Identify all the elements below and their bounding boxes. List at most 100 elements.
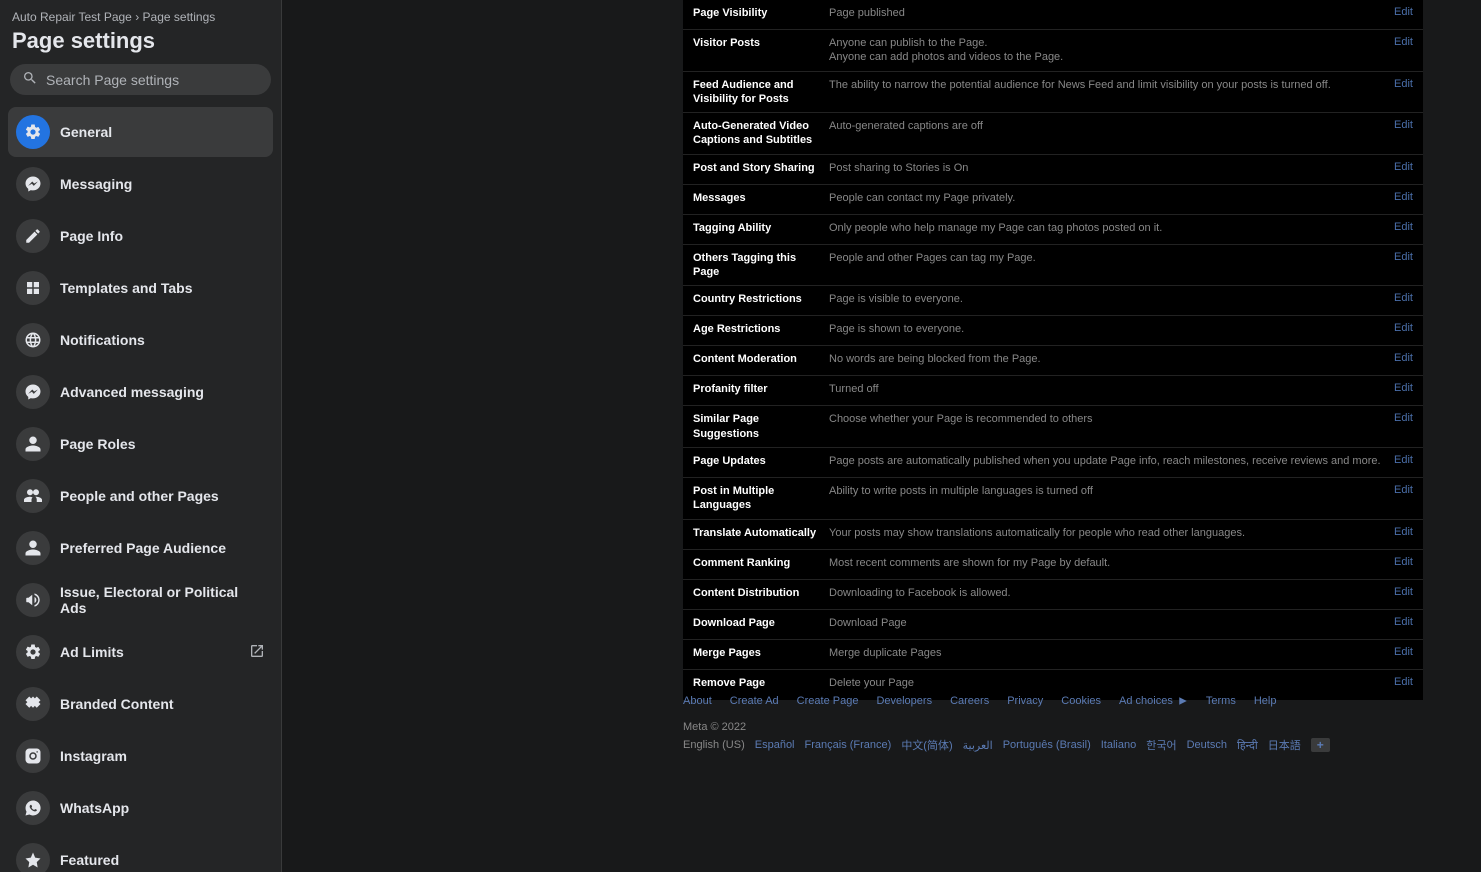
edit-link[interactable]: Edit xyxy=(1384,119,1413,131)
setting-row: Country RestrictionsPage is visible to e… xyxy=(683,286,1423,316)
footer-link[interactable]: Create Ad xyxy=(730,695,779,707)
person-icon xyxy=(16,427,50,461)
footer-language[interactable]: Deutsch xyxy=(1187,739,1227,751)
sidebar-item-templates-tabs[interactable]: Templates and Tabs xyxy=(8,263,273,313)
footer-link[interactable]: About xyxy=(683,695,712,707)
sidebar-item-label: People and other Pages xyxy=(60,488,265,504)
edit-link[interactable]: Edit xyxy=(1384,78,1413,90)
footer-languages: English (US)EspañolFrançais (France)中文(简… xyxy=(683,737,1423,753)
setting-label: Page Updates xyxy=(693,454,829,468)
setting-value: Page is shown to everyone. xyxy=(829,322,1384,336)
sidebar-item-advanced-messaging[interactable]: Advanced messaging xyxy=(8,367,273,417)
setting-row: Tagging AbilityOnly people who help mana… xyxy=(683,215,1423,245)
edit-link[interactable]: Edit xyxy=(1384,526,1413,538)
setting-value: Your posts may show translations automat… xyxy=(829,526,1384,540)
setting-row: Age RestrictionsPage is shown to everyon… xyxy=(683,316,1423,346)
setting-label: Content Moderation xyxy=(693,352,829,366)
pencil-icon xyxy=(16,219,50,253)
settings-table: Page VisibilityPage publishedEdit Visitor… xyxy=(683,0,1423,700)
setting-row: Feed Audience and Visibility for PostsTh… xyxy=(683,72,1423,114)
sidebar-item-notifications[interactable]: Notifications xyxy=(8,315,273,365)
edit-link[interactable]: Edit xyxy=(1384,191,1413,203)
setting-label: Visitor Posts xyxy=(693,36,829,50)
setting-label: Profanity filter xyxy=(693,382,829,396)
setting-value: Page published xyxy=(829,6,1384,20)
footer: About Create Ad Create Page Developers Caree… xyxy=(683,695,1423,753)
setting-value: Anyone can publish to the Page. Anyone c… xyxy=(829,36,1384,65)
setting-row: Page VisibilityPage publishedEdit xyxy=(683,0,1423,30)
sidebar-item-messaging[interactable]: Messaging xyxy=(8,159,273,209)
edit-link[interactable]: Edit xyxy=(1384,484,1413,496)
sidebar-item-label: Templates and Tabs xyxy=(60,280,265,296)
setting-label: Comment Ranking xyxy=(693,556,829,570)
edit-link[interactable]: Edit xyxy=(1384,586,1413,598)
footer-meta: Meta © 2022 xyxy=(683,721,1423,733)
footer-link[interactable]: Privacy xyxy=(1007,695,1043,707)
setting-row: Post in Multiple LanguagesAbility to wri… xyxy=(683,478,1423,520)
sidebar-item-people-other-pages[interactable]: People and other Pages xyxy=(8,471,273,521)
edit-link[interactable]: Edit xyxy=(1384,36,1413,48)
footer-link[interactable]: Create Page xyxy=(797,695,859,707)
footer-links: About Create Ad Create Page Developers Caree… xyxy=(683,695,1423,707)
language-add-button[interactable]: + xyxy=(1311,738,1330,752)
sidebar-item-whatsapp[interactable]: WhatsApp xyxy=(8,783,273,833)
setting-label: Merge Pages xyxy=(693,646,829,660)
search-input-wrap[interactable] xyxy=(10,64,271,95)
footer-language[interactable]: Español xyxy=(755,739,795,751)
sidebar-item-page-roles[interactable]: Page Roles xyxy=(8,419,273,469)
footer-link[interactable]: Careers xyxy=(950,695,989,707)
edit-link[interactable]: Edit xyxy=(1384,352,1413,364)
sidebar-item-featured[interactable]: Featured xyxy=(8,835,273,872)
edit-link[interactable]: Edit xyxy=(1384,616,1413,628)
setting-label: Age Restrictions xyxy=(693,322,829,336)
sidebar-item-issue-ads[interactable]: Issue, Electoral or Political Ads xyxy=(8,575,273,625)
sidebar-item-instagram[interactable]: Instagram xyxy=(8,731,273,781)
sidebar-item-label: Page Info xyxy=(60,228,265,244)
footer-link[interactable]: Developers xyxy=(876,695,932,707)
edit-link[interactable]: Edit xyxy=(1384,161,1413,173)
footer-link[interactable]: Help xyxy=(1254,695,1277,707)
footer-link[interactable]: Cookies xyxy=(1061,695,1101,707)
sidebar-item-label: Messaging xyxy=(60,176,265,192)
footer-language[interactable]: 한국어 xyxy=(1146,737,1176,753)
breadcrumb-page-name[interactable]: Auto Repair Test Page xyxy=(12,10,132,24)
edit-link[interactable]: Edit xyxy=(1384,322,1413,334)
edit-link[interactable]: Edit xyxy=(1384,676,1413,688)
sidebar-item-general[interactable]: General xyxy=(8,107,273,157)
footer-language[interactable]: Português (Brasil) xyxy=(1003,739,1091,751)
sidebar-item-label: Ad Limits xyxy=(60,644,249,660)
breadcrumb-section[interactable]: Page settings xyxy=(143,10,216,24)
sidebar-item-ad-limits[interactable]: Ad Limits xyxy=(8,627,273,677)
edit-link[interactable]: Edit xyxy=(1384,221,1413,233)
edit-link[interactable]: Edit xyxy=(1384,292,1413,304)
footer-language[interactable]: Italiano xyxy=(1101,739,1136,751)
footer-language[interactable]: 中文(简体) xyxy=(901,737,952,753)
person-icon xyxy=(16,531,50,565)
sidebar-item-branded-content[interactable]: Branded Content xyxy=(8,679,273,729)
sidebar-item-label: Notifications xyxy=(60,332,265,348)
gear-icon xyxy=(16,635,50,669)
sidebar-item-page-info[interactable]: Page Info xyxy=(8,211,273,261)
edit-link[interactable]: Edit xyxy=(1384,382,1413,394)
setting-value: Merge duplicate Pages xyxy=(829,646,1384,660)
footer-language[interactable]: العربية xyxy=(963,739,993,752)
footer-language[interactable]: Français (France) xyxy=(805,739,892,751)
edit-link[interactable]: Edit xyxy=(1384,454,1413,466)
setting-value: Download Page xyxy=(829,616,1384,630)
edit-link[interactable]: Edit xyxy=(1384,412,1413,424)
footer-link[interactable]: Terms xyxy=(1206,695,1236,707)
footer-link[interactable]: Ad choices xyxy=(1119,695,1188,707)
footer-language[interactable]: हिन्दी xyxy=(1237,738,1258,753)
search-input[interactable] xyxy=(46,72,259,88)
edit-link[interactable]: Edit xyxy=(1384,556,1413,568)
edit-link[interactable]: Edit xyxy=(1384,251,1413,263)
whatsapp-icon xyxy=(16,791,50,825)
sidebar-item-label: General xyxy=(60,124,265,140)
footer-language[interactable]: 日本語 xyxy=(1268,737,1301,753)
setting-label: Download Page xyxy=(693,616,829,630)
edit-link[interactable]: Edit xyxy=(1384,646,1413,658)
handshake-icon xyxy=(16,687,50,721)
sidebar-item-preferred-audience[interactable]: Preferred Page Audience xyxy=(8,523,273,573)
page-title: Page settings xyxy=(8,28,273,64)
edit-link[interactable]: Edit xyxy=(1384,6,1413,18)
